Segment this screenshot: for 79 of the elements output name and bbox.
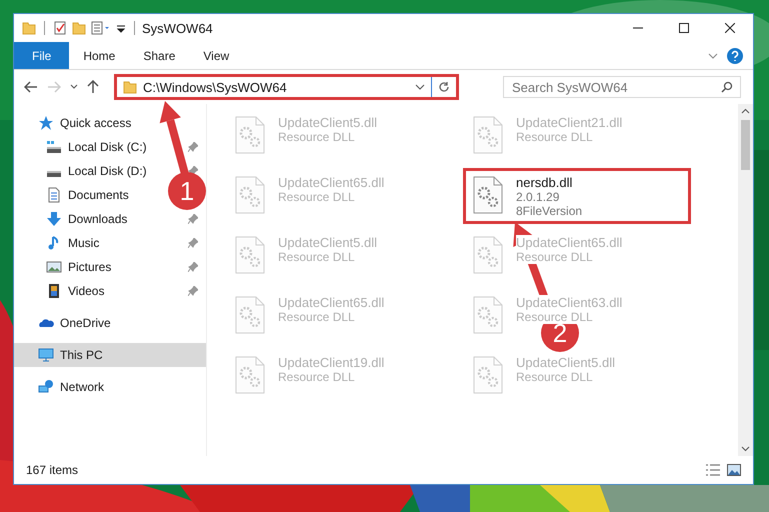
address-path: C:\Windows\SysWOW64 (143, 80, 288, 94)
maximize-icon (679, 23, 689, 33)
nav-item[interactable]: Local Disk (C:) (14, 135, 153, 159)
thumbnail-view-icon[interactable] (727, 464, 741, 476)
pin-icon[interactable] (188, 214, 198, 224)
search-field[interactable]: Search SysWOW64 (503, 76, 741, 98)
close-icon (725, 23, 735, 33)
file-name: UpdateClient5.dll (516, 355, 616, 370)
file-detail: Resource DLL (278, 130, 355, 144)
scroll-up-icon[interactable] (741, 108, 750, 114)
file-detail: 2.0.1.29 (516, 190, 560, 204)
pin-icon[interactable] (188, 262, 198, 272)
file-name: UpdateClient65.dll (278, 175, 384, 190)
file-name: UpdateClient19.dll (278, 355, 384, 370)
address-field[interactable]: C:\Windows\SysWOW64 (114, 74, 459, 100)
back-arrow-icon[interactable] (24, 81, 38, 93)
download-icon (46, 211, 62, 227)
item-count: 167 items (26, 463, 78, 477)
properties-icon[interactable] (53, 21, 67, 35)
nav-item[interactable]: Pictures (14, 255, 118, 279)
nav-item[interactable]: Videos (14, 279, 110, 303)
pin-icon[interactable] (188, 166, 198, 176)
network-icon (38, 379, 54, 395)
nav-item[interactable]: Music (14, 231, 106, 255)
window-title: SysWOW64 (142, 20, 213, 36)
file-name: UpdateClient63.dll (516, 295, 622, 310)
file-detail: Resource DLL (278, 370, 355, 384)
drive-icon (46, 141, 62, 153)
file-name: UpdateClient65.dll (278, 295, 384, 310)
gear-file-icon[interactable] (472, 175, 504, 215)
file-name: UpdateClient21.dll (516, 115, 622, 130)
help-icon[interactable] (727, 48, 743, 64)
chevron-down-icon[interactable] (70, 84, 78, 90)
nav-item[interactable]: Documents (14, 183, 135, 207)
forward-arrow-icon[interactable] (47, 81, 61, 93)
file-name: UpdateClient5.dll (278, 235, 378, 250)
monitor-icon (38, 347, 54, 363)
file-detail: Resource DLL (516, 130, 593, 144)
star-icon (38, 115, 54, 131)
nav-item[interactable]: OneDrive (14, 311, 117, 335)
file-name: UpdateClient5.dll (278, 115, 378, 130)
file-detail: Resource DLL (516, 250, 593, 264)
ribbon-tab[interactable]: Share (129, 42, 190, 69)
up-arrow-icon[interactable] (87, 80, 99, 94)
scrollbar[interactable] (738, 104, 753, 456)
document-icon (46, 187, 62, 203)
scroll-thumb[interactable] (741, 120, 750, 170)
search-icon[interactable] (721, 81, 733, 93)
image-icon (46, 259, 62, 275)
film-icon (46, 283, 62, 299)
nav-item[interactable]: Quick access (14, 111, 138, 135)
file-detail: Resource DLL (278, 250, 355, 264)
refresh-icon[interactable] (438, 81, 450, 93)
folder-icon[interactable] (22, 21, 36, 35)
new-folder-icon[interactable] (72, 21, 86, 35)
pin-icon[interactable] (188, 238, 198, 248)
scroll-down-icon[interactable] (741, 446, 750, 452)
file-name: UpdateClient65.dll (516, 235, 622, 250)
details-view-icon[interactable] (705, 464, 721, 476)
chevron-down-icon[interactable] (415, 83, 425, 91)
ribbon-tab[interactable]: Home (69, 42, 130, 69)
drive-icon (46, 171, 62, 177)
file-detail: Resource DLL (516, 310, 593, 324)
file-name: nersdb.dll (516, 175, 572, 190)
view-options-icon[interactable] (91, 21, 111, 35)
nav-item[interactable]: Network (14, 375, 110, 399)
pin-icon[interactable] (188, 142, 198, 152)
ribbon-tab[interactable]: View (189, 42, 244, 69)
file-detail: 8FileVersion (516, 204, 582, 218)
ribbon-tab[interactable]: File (14, 42, 70, 69)
nav-item[interactable]: Downloads (14, 207, 134, 231)
file-tile[interactable]: nersdb.dll 2.0.1.29 8FileVersion (463, 168, 691, 224)
nav-item[interactable]: This PC (14, 343, 206, 367)
file-detail: Resource DLL (278, 310, 355, 324)
pin-icon[interactable] (188, 286, 198, 296)
folder-icon (123, 80, 137, 94)
file-detail: Resource DLL (516, 370, 593, 384)
file-detail: Resource DLL (278, 190, 355, 204)
nav-item[interactable]: Local Disk (D:) (14, 159, 153, 183)
